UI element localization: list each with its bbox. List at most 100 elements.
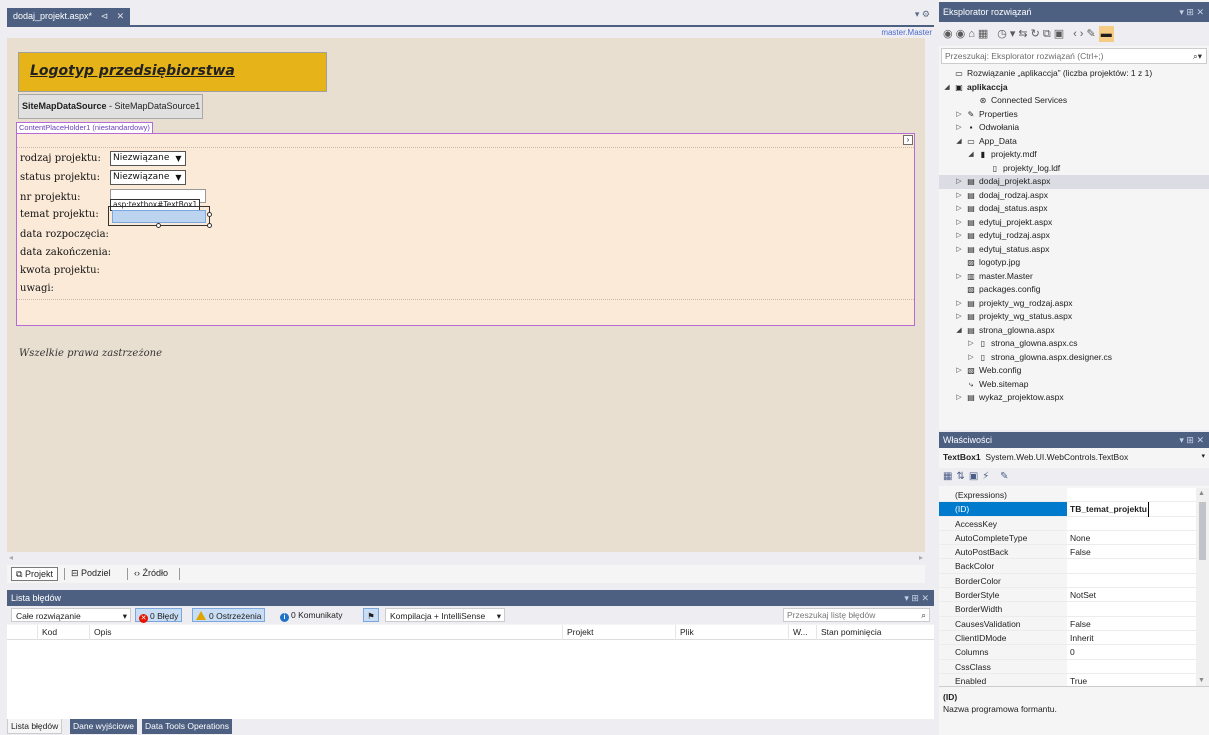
tab-zrodlo[interactable]: ‹› Źródło (130, 567, 172, 581)
collapsed-arrow-icon[interactable]: ▷ (955, 229, 963, 243)
property-value[interactable]: 0 (1067, 645, 1196, 660)
resize-handle[interactable] (156, 223, 161, 228)
tree-item[interactable]: ⤷ Web.sitemap (939, 378, 1209, 392)
col-projekt[interactable]: Projekt (562, 625, 675, 640)
error-list-body[interactable] (7, 640, 934, 719)
tree-item[interactable]: ▷ ▤ wykaz_projektow.aspx (939, 391, 1209, 405)
collapsed-arrow-icon[interactable]: ▷ (955, 310, 963, 324)
collapsed-arrow-icon[interactable]: ▷ (955, 297, 963, 311)
tree-item[interactable]: ▷ ▤ edytuj_status.aspx (939, 243, 1209, 257)
tree-item[interactable]: ◢ ▣ aplikaccja (939, 81, 1209, 95)
tree-item[interactable]: ◢ ▤ strona_glowna.aspx (939, 324, 1209, 338)
collapsed-arrow-icon[interactable]: ▷ (955, 202, 963, 216)
collapsed-arrow-icon[interactable]: ▷ (955, 175, 963, 189)
master-page-link[interactable]: master.Master (881, 28, 932, 37)
temat-projektu-textbox[interactable] (112, 210, 206, 223)
property-value[interactable]: TB_temat_projektu (1067, 502, 1196, 517)
property-value[interactable]: NotSet (1067, 588, 1196, 603)
collapsed-arrow-icon[interactable]: ▷ (955, 391, 963, 405)
collapsed-arrow-icon[interactable]: ▷ (967, 351, 975, 365)
col-opis[interactable]: Opis (89, 625, 562, 640)
collapsed-arrow-icon[interactable]: ▷ (955, 243, 963, 257)
errors-filter-button[interactable]: ✕ 0 Błędy (135, 608, 183, 623)
property-row[interactable]: AccessKey (939, 516, 1196, 531)
selection-frame[interactable] (108, 206, 212, 228)
tab-dane-wyjsciowe[interactable]: Dane wyjściowe (70, 719, 137, 734)
tree-item[interactable]: ▯ projekty_log.ldf (939, 162, 1209, 176)
panel-controls-icon[interactable]: ▾ ⊞ ✕ (904, 590, 929, 606)
collapsed-arrow-icon[interactable]: ▷ (955, 270, 963, 284)
content-placeholder[interactable]: › rodzaj projektu: Niezwiązane ▼ status … (16, 133, 915, 326)
property-row[interactable]: ClientIDMode Inherit (939, 630, 1196, 646)
scroll-down-icon[interactable]: ▼ (1198, 677, 1205, 684)
build-intellisense-combo[interactable]: Kompilacja + IntelliSense ▾ (385, 608, 505, 622)
tree-item[interactable]: ▨ logotyp.jpg (939, 256, 1209, 270)
resize-handle[interactable] (207, 212, 212, 217)
tree-item[interactable]: ▭ Rozwiązanie „aplikaccja” (liczba projek… (939, 67, 1209, 81)
property-row[interactable]: Columns 0 (939, 645, 1196, 660)
filter-icon[interactable]: ⚑ (363, 608, 379, 622)
status-dropdown[interactable]: Niezwiązane ▼ (110, 170, 186, 185)
properties-toggle-icon[interactable]: ▬ (1098, 26, 1114, 42)
panel-controls-icon[interactable]: ▾ ⊞ ✕ (1179, 2, 1204, 22)
messages-filter-button[interactable]: i0 Komunikaty (277, 608, 346, 622)
tab-overflow-icon[interactable]: ▾ ⚙ (915, 9, 930, 20)
close-tab-icon[interactable]: ✕ (117, 11, 125, 21)
expanded-arrow-icon[interactable]: ◢ (955, 135, 963, 149)
scroll-left-icon[interactable]: ◂ (9, 552, 13, 564)
scroll-right-icon[interactable]: ▸ (919, 552, 923, 564)
property-value[interactable]: Inherit (1067, 631, 1196, 646)
col-plik[interactable]: Plik (675, 625, 788, 640)
properties-toolbar[interactable]: ▦⇅▣⚡ ✎ (939, 468, 1209, 486)
rodzaj-dropdown[interactable]: Niezwiązane ▼ (110, 151, 186, 166)
design-surface[interactable]: Logotyp przedsiębiorstwa SiteMapDataSour… (7, 38, 925, 552)
property-value[interactable] (1067, 660, 1196, 674)
collapsed-arrow-icon[interactable]: ▷ (967, 337, 975, 351)
scroll-up-icon[interactable]: ▲ (1198, 490, 1205, 497)
tree-item[interactable]: ⊛ Connected Services (939, 94, 1209, 108)
property-value[interactable] (1067, 488, 1196, 503)
tab-dodaj-projekt[interactable]: dodaj_projekt.aspx* ⊲ ✕ (7, 8, 131, 25)
warnings-filter-button[interactable]: 0 Ostrzeżenia (192, 608, 266, 622)
tree-item[interactable]: ▷ ▤ projekty_wg_status.aspx (939, 310, 1209, 324)
tree-item[interactable]: ▷ ▯ strona_glowna.aspx.designer.cs (939, 351, 1209, 365)
property-value[interactable]: None (1067, 531, 1196, 546)
tab-podziel[interactable]: ⊟ Podziel (67, 567, 115, 581)
property-row[interactable]: AutoPostBack False (939, 545, 1196, 560)
property-value[interactable]: True (1067, 674, 1196, 686)
expanded-arrow-icon[interactable]: ◢ (943, 81, 951, 95)
property-object-selector[interactable]: TextBox1 System.Web.UI.WebControls.TextB… (939, 448, 1209, 466)
tree-item[interactable]: ▷ ▪ Odwołania (939, 121, 1209, 135)
property-row[interactable]: BorderStyle NotSet (939, 588, 1196, 603)
col-wiersz[interactable]: W... (788, 625, 816, 640)
collapsed-arrow-icon[interactable]: ▷ (955, 108, 963, 122)
pin-icon[interactable]: ⊲ (101, 11, 109, 21)
panel-controls-icon[interactable]: ▾ ⊞ ✕ (1179, 432, 1204, 448)
property-value[interactable] (1067, 602, 1196, 617)
collapsed-arrow-icon[interactable]: ▷ (955, 216, 963, 230)
property-value[interactable]: False (1067, 617, 1196, 631)
horizontal-scrollbar[interactable]: ◂ ▸ (7, 552, 925, 564)
tree-item[interactable]: ◢ ▭ App_Data (939, 135, 1209, 149)
property-row[interactable]: BorderWidth (939, 602, 1196, 617)
tree-item[interactable]: ▷ ▤ edytuj_rodzaj.aspx (939, 229, 1209, 243)
collapsed-arrow-icon[interactable]: ▷ (955, 364, 963, 378)
sitemap-datasource-control[interactable]: SiteMapDataSource - SiteMapDataSource1 (18, 94, 203, 119)
tab-lista-bledow[interactable]: Lista błędów (7, 719, 63, 734)
property-row[interactable]: (ID) TB_temat_projektu (939, 502, 1196, 517)
tree-item[interactable]: ▷ ▤ dodaj_projekt.aspx (939, 175, 1209, 189)
collapsed-arrow-icon[interactable]: ▷ (955, 121, 963, 135)
toolbar-icons[interactable]: ◉◉⌂▦ ◷▾⇆↻⧉▣ ‹›✎ (943, 28, 1099, 40)
property-value[interactable] (1067, 517, 1196, 531)
property-row[interactable]: (Expressions) (939, 488, 1196, 503)
smart-tag-arrow-icon[interactable]: › (903, 135, 913, 145)
tab-projekt[interactable]: ⧉ Projekt (11, 567, 58, 581)
tree-item[interactable]: ▷ ✎ Properties (939, 108, 1209, 122)
logo-banner[interactable]: Logotyp przedsiębiorstwa (18, 52, 327, 92)
tree-item[interactable]: ▷ ▥ master.Master (939, 270, 1209, 284)
scope-combo[interactable]: Całe rozwiązanie ▾ (11, 608, 131, 622)
property-value[interactable]: False (1067, 545, 1196, 560)
property-row[interactable]: AutoCompleteType None (939, 530, 1196, 546)
tree-item[interactable]: ▷ ▯ strona_glowna.aspx.cs (939, 337, 1209, 351)
property-value[interactable] (1067, 574, 1196, 589)
